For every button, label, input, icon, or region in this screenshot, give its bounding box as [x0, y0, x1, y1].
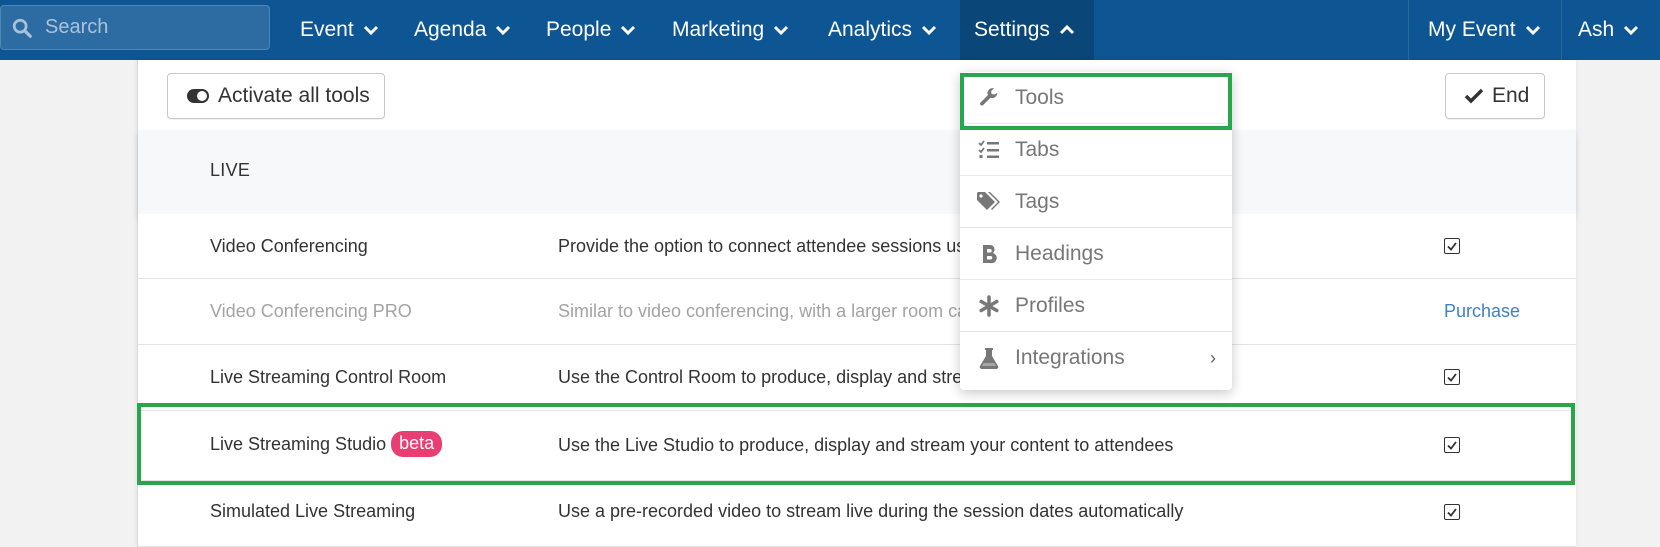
tools-toolbar: Activate all tools End [138, 60, 1576, 130]
end-button[interactable]: End [1445, 73, 1545, 119]
tool-name: Live Streaming Control Room [210, 367, 447, 387]
nav-agenda[interactable]: Agenda [414, 0, 511, 60]
nav-my-event[interactable]: My Event [1428, 0, 1541, 60]
nav-my-event-label: My Event [1428, 18, 1516, 41]
toggle-icon [186, 88, 210, 104]
menu-item-profiles[interactable]: Profiles [960, 280, 1232, 332]
search-placeholder: Search [45, 16, 109, 38]
menu-item-tabs[interactable]: Tabs [960, 124, 1232, 176]
bold-icon [976, 244, 1002, 264]
tool-row: Live Streaming Control Room Use the Cont… [138, 345, 1576, 411]
tool-enabled-checkbox[interactable] [1444, 238, 1460, 254]
section-title: LIVE [210, 160, 251, 180]
flask-icon [976, 347, 1002, 369]
nav-analytics[interactable]: Analytics [828, 0, 937, 60]
nav-people[interactable]: People [546, 0, 636, 60]
nav-divider [1561, 0, 1562, 60]
nav-marketing-label: Marketing [672, 18, 765, 41]
tools-panel: Activate all tools End LIVE Video Confer… [137, 60, 1576, 547]
top-navigation-bar: Search Event Agenda People Marketing Ana… [0, 0, 1660, 60]
menu-item-integrations[interactable]: Integrations › [960, 332, 1232, 384]
menu-item-label: Tabs [1015, 137, 1060, 161]
tool-description: Similar to video conferencing, with a la… [558, 301, 968, 321]
search-field[interactable]: Search [0, 5, 270, 50]
activate-all-tools-button[interactable]: Activate all tools [167, 73, 385, 119]
menu-item-label: Headings [1015, 241, 1104, 265]
menu-item-label: Profiles [1015, 293, 1086, 317]
nav-divider [1408, 0, 1409, 60]
nav-settings-label: Settings [974, 18, 1050, 41]
chevron-down-icon [921, 24, 937, 36]
tool-enabled-checkbox[interactable] [1444, 369, 1460, 385]
tool-name-text: Live Streaming Studio [210, 433, 387, 454]
menu-item-headings[interactable]: Headings [960, 228, 1232, 280]
menu-item-label: Integrations [1015, 346, 1125, 369]
asterisk-icon [976, 294, 1002, 317]
chevron-down-icon [620, 24, 636, 36]
beta-badge: beta [391, 431, 443, 457]
nav-event-label: Event [300, 18, 354, 41]
nav-agenda-label: Agenda [414, 18, 487, 41]
nav-user-ash[interactable]: Ash [1578, 0, 1639, 60]
chevron-down-icon [1623, 24, 1639, 36]
tool-description: Use a pre-recorded video to stream live … [558, 501, 1184, 521]
tool-row: Video Conferencing Provide the option to… [138, 214, 1576, 279]
nav-settings[interactable]: Settings [960, 0, 1094, 60]
chevron-down-icon [773, 24, 789, 36]
tool-enabled-checkbox[interactable] [1444, 504, 1460, 520]
end-label: End [1492, 84, 1530, 107]
nav-user-label: Ash [1578, 18, 1615, 41]
nav-analytics-label: Analytics [828, 18, 913, 41]
tool-enabled-checkbox[interactable] [1444, 437, 1460, 453]
checklist-icon [976, 139, 1002, 160]
menu-item-label: Tools [1015, 85, 1065, 109]
tool-row: Live Streaming Studio beta Use the Live … [138, 411, 1576, 481]
search-icon [12, 18, 32, 38]
chevron-down-icon [363, 24, 379, 36]
tags-icon [976, 191, 1002, 213]
chevron-down-icon [1525, 24, 1541, 36]
nav-event[interactable]: Event [300, 0, 379, 60]
tool-description: Use the Live Studio to produce, display … [558, 435, 1174, 455]
tool-description: Provide the option to connect attendee s… [558, 236, 966, 256]
nav-marketing[interactable]: Marketing [672, 0, 789, 60]
activate-all-tools-label: Activate all tools [218, 84, 370, 107]
menu-item-tags[interactable]: Tags [960, 176, 1232, 228]
chevron-right-icon: › [1210, 347, 1216, 368]
wrench-icon [976, 87, 1002, 109]
tool-row: Video Conferencing PRO Similar to video … [138, 279, 1576, 345]
menu-item-label: Tags [1015, 189, 1060, 213]
settings-dropdown-menu: Tools Tabs Tags Headings Profiles Integr… [960, 72, 1232, 390]
tool-name: Video Conferencing [210, 236, 368, 256]
section-header-live: LIVE [138, 130, 1576, 214]
menu-item-tools[interactable]: Tools [960, 72, 1232, 124]
chevron-up-icon [1059, 24, 1075, 36]
tool-row: Simulated Live Streaming Use a pre-recor… [138, 481, 1576, 547]
nav-people-label: People [546, 18, 612, 41]
chevron-down-icon [495, 24, 511, 36]
purchase-link[interactable]: Purchase [1444, 301, 1520, 322]
tool-description: Use the Control Room to produce, display… [558, 367, 973, 387]
tool-name: Video Conferencing PRO [210, 301, 412, 321]
tool-name: Simulated Live Streaming [210, 501, 416, 521]
tool-name: Live Streaming Studio beta [210, 431, 443, 457]
check-icon [1464, 88, 1484, 104]
